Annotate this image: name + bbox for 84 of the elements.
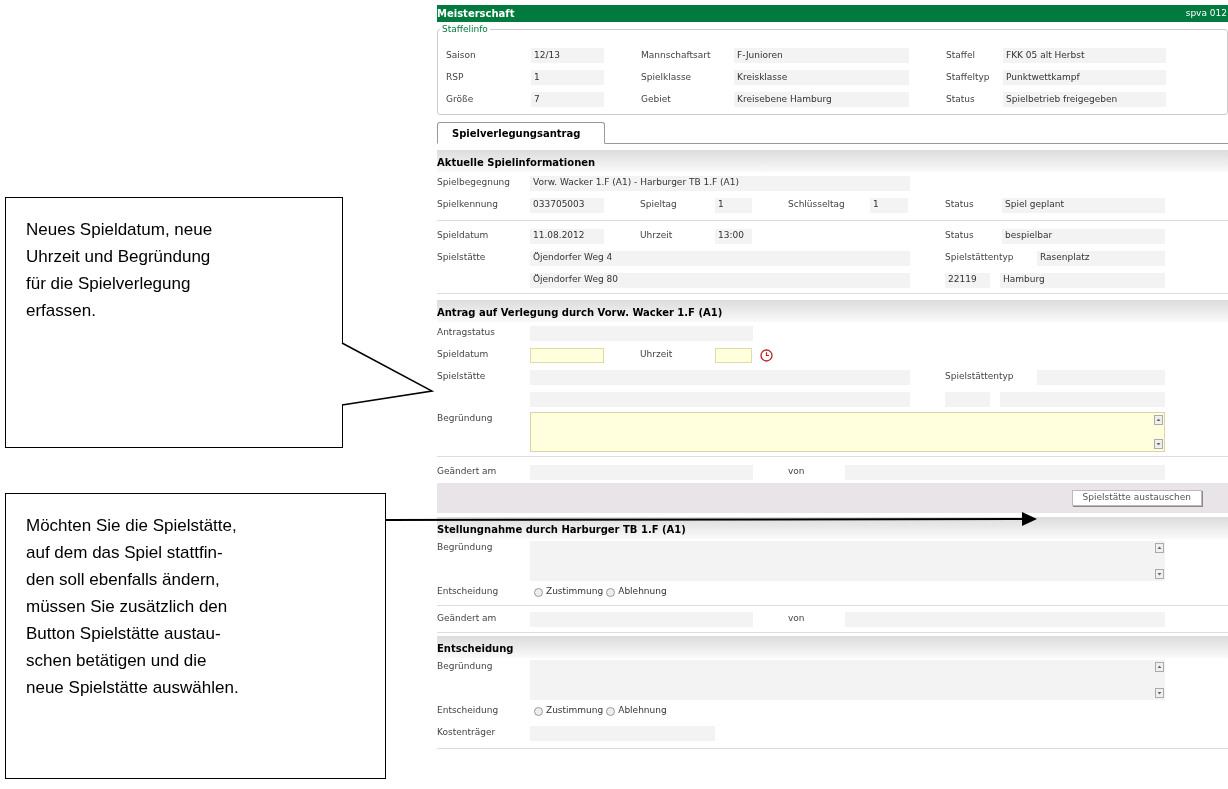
read-only-field: F-Junioren — [734, 48, 909, 63]
field-label: Spielkennung — [437, 198, 499, 212]
field-label: Staffeltyp — [946, 70, 991, 84]
field-label: Status — [945, 229, 975, 243]
window-title: Meisterschaft — [437, 7, 515, 21]
field-label: Entscheidung — [437, 585, 500, 599]
field-label: Spielbegegnung — [437, 176, 511, 190]
section-header: Entscheidung — [437, 636, 1228, 658]
scroll-down-button[interactable] — [1155, 569, 1164, 579]
radio-option[interactable]: Zustimmung — [534, 585, 604, 599]
scroll-down-button[interactable] — [1154, 439, 1163, 449]
read-only-field: bespielbar — [1002, 228, 1165, 244]
field-label: von — [788, 612, 806, 626]
scroll-up-button[interactable] — [1154, 415, 1163, 425]
field-label: Saison — [446, 48, 477, 62]
scroll-up-button[interactable] — [1155, 543, 1164, 553]
field-label: Begründung — [437, 412, 494, 425]
field-label: Spielstätte — [437, 251, 487, 265]
field-label: Spielklasse — [641, 70, 693, 84]
field-label: Status — [945, 198, 975, 212]
field-label: Begründung — [437, 660, 494, 673]
scroll-up-button[interactable] — [1155, 662, 1164, 672]
read-only-field: Öjendorfer Weg 4 — [530, 250, 910, 266]
radio-button[interactable] — [606, 706, 616, 716]
read-only-field: Kreisebene Hamburg — [734, 92, 909, 107]
read-only-field: 12/13 — [531, 48, 604, 63]
field-label: Mannschaftsart — [641, 48, 712, 62]
read-only-field: Hamburg — [1000, 272, 1165, 288]
read-only-field: 13:00 — [715, 228, 752, 244]
field-label: Gebiet — [641, 92, 672, 106]
read-only-field: Spielbetrieb freigegeben — [1003, 92, 1166, 107]
field-label: Spieldatum — [437, 348, 490, 362]
field-label: von — [788, 465, 806, 479]
field-label: Kostenträger — [437, 726, 497, 740]
input-field[interactable] — [715, 347, 752, 363]
field-label: Staffel — [946, 48, 976, 62]
radio-button[interactable] — [534, 706, 543, 716]
read-only-field: 1 — [715, 197, 752, 213]
read-only-field: Spiel geplant — [1002, 197, 1165, 213]
field-label: Geändert am — [437, 612, 498, 626]
field-label: Spieldatum — [437, 229, 490, 243]
read-only-field: 7 — [531, 92, 604, 107]
field-label: Schlüsseltag — [788, 198, 846, 212]
section-header: Antrag auf Verlegung durch Vorw. Wacker 1.F (A1) — [437, 300, 1228, 322]
field-label: Entscheidung — [437, 704, 500, 718]
clock-icon[interactable] — [760, 348, 773, 362]
radio-button[interactable] — [534, 587, 543, 597]
section-header: Aktuelle Spielinformationen — [437, 150, 1228, 172]
screen-code: spva 012 — [1185, 6, 1228, 20]
read-only-field: 22119 — [945, 272, 990, 288]
callout-text: Möchten Sie die Spielstätte, auf dem das Spiel stattfin- den soll ebenfalls ändern, müssen Sie zusätzlich den Button Spielstätte austau- schen betätigen und die neue Spielstätte auswählen. — [26, 515, 240, 699]
field-label: Größe — [446, 92, 475, 106]
field-label: Antragstatus — [437, 326, 496, 340]
input-field[interactable] — [530, 347, 604, 363]
read-only-field: Rasenplatz — [1037, 250, 1165, 266]
read-only-field: 1 — [531, 70, 604, 85]
read-only-field: 1 — [870, 197, 908, 213]
field-label: RSP — [446, 70, 465, 84]
field-label: Spielstättentyp — [945, 251, 1015, 265]
tab[interactable]: Spielverlegungsantrag — [437, 122, 605, 144]
section-header: Stellungnahme durch Harburger TB 1.F (A1) — [437, 517, 1228, 539]
radio-option[interactable]: Ablehnung — [606, 585, 667, 599]
exchange-venue-button[interactable]: Spielstätte austauschen — [1071, 490, 1202, 506]
field-label: Uhrzeit — [640, 229, 674, 243]
read-only-field: FKK 05 alt Herbst — [1003, 48, 1166, 63]
read-only-field: Punktwettkampf — [1003, 70, 1166, 85]
field-label: Spieltag — [640, 198, 678, 212]
field-label: Status — [946, 92, 976, 106]
read-only-field: Öjendorfer Weg 80 — [530, 272, 910, 288]
radio-option[interactable]: Ablehnung — [606, 704, 667, 718]
field-label: Uhrzeit — [640, 348, 674, 362]
scroll-down-button[interactable] — [1155, 688, 1164, 698]
field-label: Begründung — [437, 541, 494, 554]
read-only-field: 11.08.2012 — [530, 228, 604, 244]
radio-option[interactable]: Zustimmung — [534, 704, 604, 718]
read-only-field: 033705003 — [530, 197, 604, 213]
field-label: Geändert am — [437, 465, 498, 479]
field-label: Spielstätte — [437, 370, 487, 384]
read-only-field: Vorw. Wacker 1.F (A1) - Harburger TB 1.F (A1) — [530, 175, 910, 191]
field-label: Spielstättentyp — [945, 370, 1015, 384]
fieldset-legend: Staffelinfo — [440, 23, 490, 37]
radio-button[interactable] — [606, 587, 616, 597]
callout-text: Neues Spieldatum, neue Uhrzeit und Begründung für die Spielverlegung erfassen. — [26, 219, 214, 322]
read-only-field: Kreisklasse — [734, 70, 909, 85]
